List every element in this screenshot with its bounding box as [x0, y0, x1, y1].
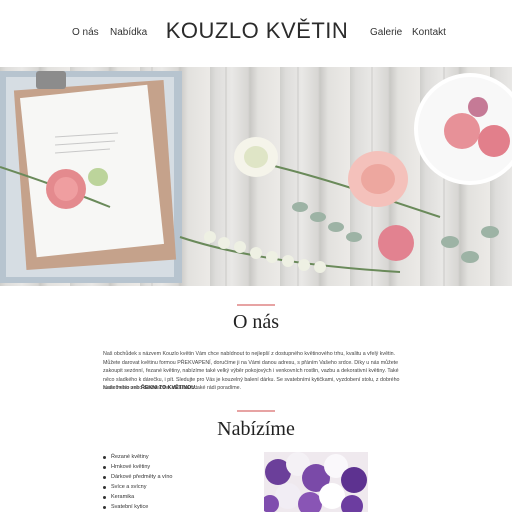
about-motto: Naše heslo zní: ŘEKNI TO KVĚTINOU.	[103, 385, 411, 391]
list-item: Hrnkové květiny	[103, 462, 172, 472]
site-header: O nás Nabídka KOUZLO KVĚTIN Galerie Kont…	[0, 0, 512, 66]
list-item: Dárkové předměty a víno	[103, 472, 172, 482]
nav-link-galerie[interactable]: Galerie	[370, 27, 402, 38]
about-motto-bold: ŘEKNI TO KVĚTINOU.	[141, 385, 197, 391]
about-motto-prefix: Naše heslo zní:	[103, 385, 140, 391]
nav-link-kontakt[interactable]: Kontakt	[412, 27, 446, 38]
offer-title: Nabízíme	[217, 418, 295, 440]
about-title: O nás	[232, 311, 280, 333]
nav-link-o-nas[interactable]: O nás	[72, 27, 99, 38]
list-item: Svíce a svícny	[103, 482, 172, 492]
bouquet-illustration	[264, 452, 368, 512]
offer-list: Řezané květiny Hrnkové květiny Dárkové p…	[103, 452, 172, 512]
offer-bouquet-image	[264, 452, 368, 512]
list-item: Svatební kytice	[103, 502, 172, 512]
nav-link-nabidka[interactable]: Nabídka	[110, 27, 147, 38]
hero-illustration	[0, 67, 512, 286]
offer-divider	[237, 410, 275, 412]
about-divider	[237, 304, 275, 306]
list-item: Keramika	[103, 492, 172, 502]
hero-image	[0, 67, 512, 286]
site-logo[interactable]: KOUZLO KVĚTIN	[162, 18, 352, 44]
list-item: Řezané květiny	[103, 452, 172, 462]
